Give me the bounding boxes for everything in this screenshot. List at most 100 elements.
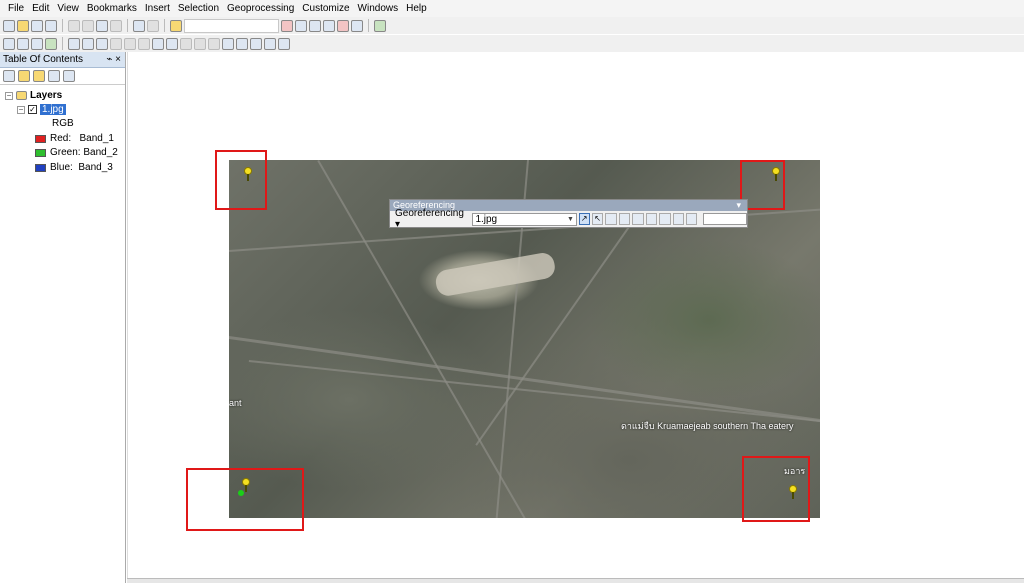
road-line bbox=[229, 336, 820, 423]
band-red-row: Red: Band_1 bbox=[35, 133, 114, 144]
band-label: Red: Band_1 bbox=[50, 133, 114, 144]
pin-icon[interactable]: ⌁ bbox=[106, 54, 112, 65]
select-features-icon[interactable] bbox=[124, 37, 136, 50]
select-link-icon[interactable]: ↖ bbox=[591, 213, 604, 225]
menu-insert[interactable]: Insert bbox=[141, 0, 174, 17]
menu-view[interactable]: View bbox=[53, 0, 83, 17]
add-control-points-icon[interactable]: ↗ bbox=[578, 213, 590, 225]
menu-bookmarks[interactable]: Bookmarks bbox=[83, 0, 141, 17]
zoom-out-icon[interactable] bbox=[17, 37, 29, 50]
pan-icon[interactable] bbox=[31, 37, 43, 50]
select-elements-icon[interactable] bbox=[152, 37, 164, 50]
menu-help[interactable]: Help bbox=[402, 0, 431, 17]
list-by-source-icon[interactable] bbox=[18, 70, 30, 82]
toolbar-options-icon[interactable]: ▾ bbox=[736, 200, 741, 211]
full-extent-icon[interactable] bbox=[45, 37, 57, 50]
fixed-zoom-in-icon[interactable] bbox=[68, 37, 80, 50]
zoom-to-selected-link-icon[interactable] bbox=[605, 213, 617, 225]
list-by-drawing-order-icon[interactable] bbox=[3, 70, 15, 82]
save-icon[interactable] bbox=[31, 19, 43, 32]
print-icon[interactable] bbox=[45, 19, 57, 32]
python-window-icon[interactable] bbox=[351, 19, 363, 32]
create-viewer-window-icon[interactable] bbox=[278, 37, 290, 50]
tree-row-layers[interactable]: − Layers bbox=[5, 90, 62, 101]
redo-icon[interactable] bbox=[147, 19, 159, 32]
new-document-icon[interactable] bbox=[3, 19, 15, 32]
auto-registration-icon[interactable] bbox=[686, 213, 698, 225]
highlight-box bbox=[215, 150, 267, 210]
place-label: ดาแม่จืบ Kruamaejeab southern Tha eatery bbox=[621, 421, 794, 431]
html-popup-icon[interactable] bbox=[194, 37, 206, 50]
measure-icon[interactable] bbox=[208, 37, 220, 50]
open-folder-icon[interactable] bbox=[17, 19, 29, 32]
layer-visibility-checkbox[interactable]: ✓ bbox=[28, 105, 37, 114]
delete-icon[interactable] bbox=[110, 19, 122, 32]
search-window-icon[interactable] bbox=[323, 19, 335, 32]
menu-file[interactable]: File bbox=[4, 0, 28, 17]
menu-selection[interactable]: Selection bbox=[174, 0, 223, 17]
zoom-in-icon[interactable] bbox=[3, 37, 15, 50]
clear-selection-icon[interactable] bbox=[138, 37, 150, 50]
add-data-icon[interactable] bbox=[170, 19, 182, 32]
toolbar-separator bbox=[62, 19, 63, 32]
toolbar-separator bbox=[368, 19, 369, 32]
highlight-box bbox=[742, 456, 810, 522]
fixed-zoom-out-icon[interactable] bbox=[82, 37, 94, 50]
standard-toolbar bbox=[0, 17, 1024, 34]
identify-icon[interactable] bbox=[166, 37, 178, 50]
time-slider-icon[interactable] bbox=[264, 37, 276, 50]
rotate-icon[interactable] bbox=[632, 213, 644, 225]
view-link-table-icon[interactable] bbox=[659, 213, 671, 225]
road-line bbox=[475, 198, 649, 446]
cut-icon[interactable] bbox=[68, 19, 80, 32]
go-to-xy-icon[interactable] bbox=[250, 37, 262, 50]
editor-toolbar-icon[interactable] bbox=[281, 19, 293, 32]
list-by-selection-icon[interactable] bbox=[48, 70, 60, 82]
tree-row-layer[interactable]: − ✓ 1.jpg bbox=[17, 104, 66, 115]
hyperlink-icon[interactable] bbox=[180, 37, 192, 50]
menu-customize[interactable]: Customize bbox=[298, 0, 353, 17]
chevron-down-icon[interactable]: ▼ bbox=[566, 214, 576, 225]
menu-windows[interactable]: Windows bbox=[354, 0, 403, 17]
find-route-icon[interactable] bbox=[236, 37, 248, 50]
forward-extent-icon[interactable] bbox=[110, 37, 122, 50]
back-extent-icon[interactable] bbox=[96, 37, 108, 50]
arctoolbox-icon[interactable] bbox=[337, 19, 349, 32]
catalog-icon[interactable] bbox=[309, 19, 321, 32]
toc-toolbar bbox=[0, 68, 125, 85]
stadium-area bbox=[434, 251, 557, 298]
toolbar-separator bbox=[62, 37, 63, 50]
layers-icon bbox=[16, 91, 27, 100]
find-icon[interactable] bbox=[222, 37, 234, 50]
toolbar-separator bbox=[164, 19, 165, 32]
scale-input[interactable] bbox=[703, 213, 747, 225]
toc-titlebar: Table Of Contents ⌁ × bbox=[0, 52, 125, 68]
tree-row-rgb: RGB bbox=[52, 118, 74, 129]
shift-icon[interactable] bbox=[645, 213, 658, 225]
menu-edit[interactable]: Edit bbox=[28, 0, 53, 17]
menu-geoprocessing[interactable]: Geoprocessing bbox=[223, 0, 298, 17]
layer-select[interactable]: 1.jpg ▼ bbox=[472, 212, 577, 226]
table-of-contents-icon[interactable] bbox=[295, 19, 307, 32]
model-builder-icon[interactable] bbox=[374, 19, 386, 32]
delete-link-icon[interactable] bbox=[618, 213, 631, 225]
map-scale-combo[interactable] bbox=[184, 18, 279, 33]
status-bar bbox=[127, 578, 1024, 583]
blue-swatch bbox=[35, 163, 46, 172]
layer-label[interactable]: 1.jpg bbox=[40, 104, 66, 115]
paste-icon[interactable] bbox=[96, 19, 108, 32]
dataframe-label: Layers bbox=[30, 90, 63, 101]
viewer-icon[interactable] bbox=[672, 213, 684, 225]
list-by-visibility-icon[interactable] bbox=[33, 70, 45, 82]
options-icon[interactable] bbox=[63, 70, 75, 82]
copy-icon[interactable] bbox=[82, 19, 94, 32]
georeferencing-menu[interactable]: Georeferencing ▾ bbox=[392, 208, 470, 230]
band-label: Green: Band_2 bbox=[50, 147, 118, 158]
close-icon[interactable]: × bbox=[115, 54, 121, 65]
collapse-icon[interactable]: − bbox=[17, 105, 25, 114]
layer-select-value: 1.jpg bbox=[475, 213, 498, 225]
collapse-icon[interactable]: − bbox=[5, 91, 13, 100]
highlight-box bbox=[186, 468, 304, 531]
undo-icon[interactable] bbox=[133, 19, 145, 32]
band-blue-row: Blue: Band_3 bbox=[35, 162, 113, 173]
